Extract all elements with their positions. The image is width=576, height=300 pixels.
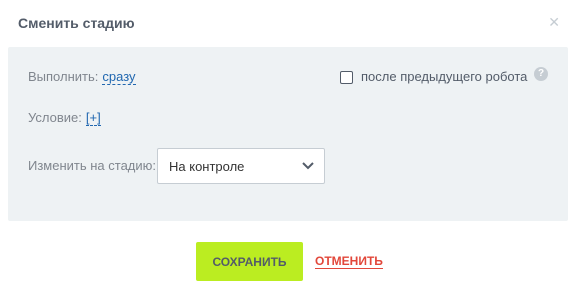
close-icon[interactable]: ✕ [548, 13, 560, 31]
stage-row-label: Изменить на стадию: [28, 158, 157, 173]
change-stage-dialog: Сменить стадию ✕ Выполнить: сразу после п… [0, 0, 576, 300]
condition-add-link[interactable]: [+] [85, 110, 101, 126]
execute-value-link[interactable]: сразу [102, 69, 136, 85]
condition-row: Условие: [+] [28, 110, 101, 126]
after-robot-option[interactable]: после предыдущего робота [340, 69, 527, 85]
question-circle-icon[interactable]: ? [534, 67, 548, 81]
execute-row: Выполнить: сразу [28, 69, 136, 85]
chevron-down-icon [302, 162, 314, 170]
after-robot-checkbox[interactable] [340, 70, 353, 84]
condition-label: Условие: [28, 110, 82, 125]
stage-select-value: На контроле [169, 159, 245, 174]
settings-panel: Выполнить: сразу после предыдущего робота… [8, 47, 568, 221]
after-robot-label: после предыдущего робота [361, 69, 528, 84]
save-button[interactable]: СОХРАНИТЬ [196, 242, 303, 281]
cancel-link[interactable]: ОТМЕНИТЬ [315, 254, 383, 269]
execute-label: Выполнить: [28, 69, 99, 84]
stage-select[interactable]: На контроле [157, 148, 325, 184]
dialog-title: Сменить стадию [18, 15, 135, 31]
